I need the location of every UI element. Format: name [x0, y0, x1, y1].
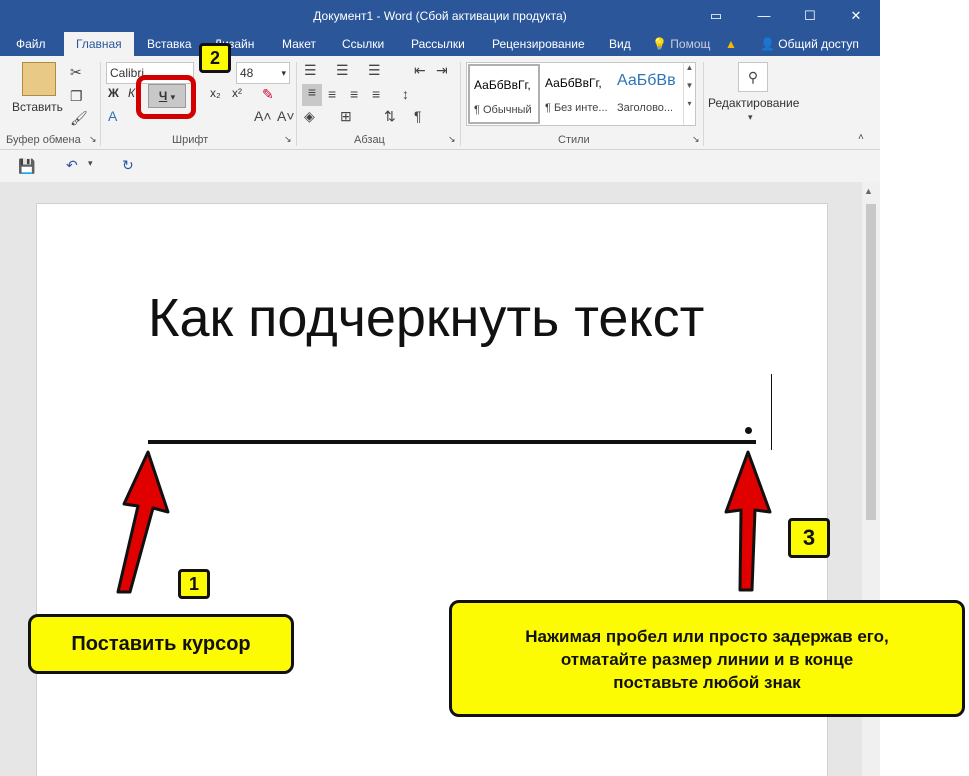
callout-line: отматайте размер линии и в конце — [560, 650, 854, 669]
callout-instructions: Нажимая пробел или просто задержав его, … — [449, 600, 965, 717]
badge-1: 1 — [178, 569, 210, 599]
arrow-3 — [724, 450, 772, 592]
callout-line: Нажимая пробел или просто задержав его, — [525, 627, 889, 646]
callout-line: поставьте любой знак — [613, 673, 801, 692]
badge-2: 2 — [199, 43, 231, 73]
badge-3: 3 — [788, 518, 830, 558]
arrow-1 — [116, 450, 170, 594]
callout-place-cursor: Поставить курсор — [28, 614, 294, 674]
